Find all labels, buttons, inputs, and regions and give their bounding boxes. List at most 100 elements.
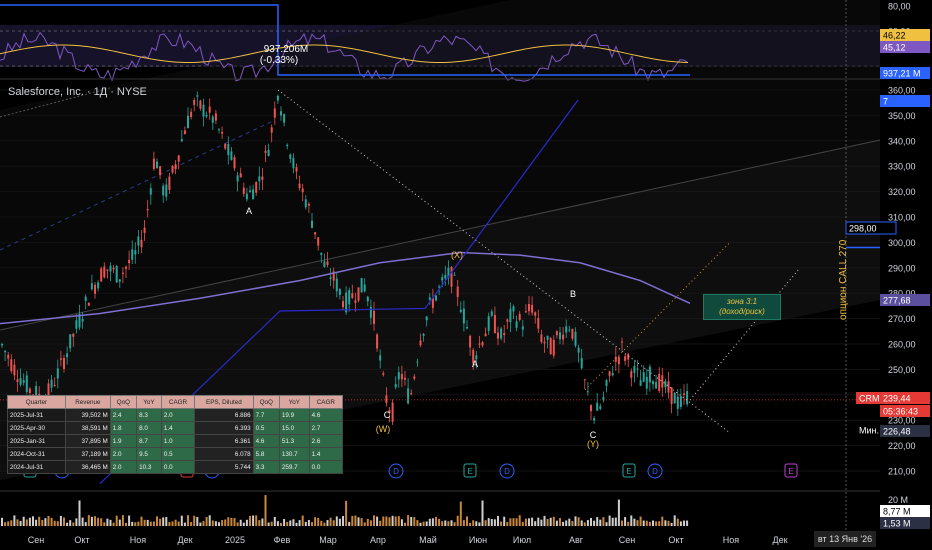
table-cell: 259.7 (278, 460, 310, 474)
candle-body (562, 334, 565, 340)
candle-body (137, 236, 140, 246)
volume-bar (552, 516, 555, 526)
candle-body (19, 378, 22, 385)
volume-bar (676, 518, 679, 526)
price-tag-text: 937,21 M (883, 69, 921, 79)
volume-bar (642, 520, 645, 526)
candle-body (94, 284, 96, 294)
candle-body (177, 155, 180, 162)
volume-bar (44, 518, 47, 526)
candle-body (128, 259, 131, 264)
candle-body (230, 151, 233, 160)
time-axis-label: Дек (772, 535, 787, 545)
price-tick-label: 230,00 (888, 416, 916, 426)
volume-bar (171, 521, 174, 526)
price-tag-text: 05:36:43 (883, 407, 918, 417)
candle-body (686, 391, 689, 405)
candle-body (555, 331, 558, 336)
volume-bar (444, 520, 447, 526)
volume-bar (354, 515, 357, 526)
candle-body (540, 334, 543, 342)
volume-bar (329, 517, 332, 526)
candle-body (515, 321, 518, 328)
volume-bar (428, 518, 431, 526)
candle-body (493, 314, 496, 333)
table-cell: 1.4 (160, 421, 196, 435)
candle-body (146, 209, 149, 211)
candle-body (484, 333, 487, 337)
table-cell: 1.9 (109, 434, 138, 448)
price-tick-label: 290,00 (888, 263, 916, 273)
volume-bar (369, 520, 372, 526)
volume-bar (469, 522, 472, 526)
table-cell: 8.3 (136, 408, 162, 422)
volume-bar (286, 521, 289, 526)
table-cell: 130.7 (278, 447, 310, 461)
volume-bar (311, 522, 313, 526)
volume-bar (599, 519, 602, 526)
volume-bar (534, 521, 537, 526)
option-label: опцион CALL 270 (838, 239, 849, 320)
volume-bar (611, 517, 614, 526)
table-header-cell: CAGR (308, 395, 344, 409)
volume-bar (121, 515, 124, 526)
candle-body (648, 366, 651, 383)
volume-bar (258, 520, 261, 526)
table-cell: 37,189 M (64, 447, 111, 461)
time-axis-label: Фев (274, 535, 291, 545)
volume-bar (475, 521, 478, 526)
volume-bar (19, 520, 22, 526)
volume-bar (388, 517, 391, 526)
volume-bar (577, 517, 580, 526)
volume-bar (568, 518, 571, 526)
volume-bar (357, 517, 360, 526)
volume-bar (81, 517, 84, 526)
candle-body (410, 393, 413, 395)
candle-body (506, 319, 509, 322)
volume-bar (466, 516, 468, 526)
candle-body (218, 129, 220, 131)
volume-bar (193, 515, 196, 526)
callout-change: (-0.33%) (260, 55, 298, 66)
candle-body (301, 188, 304, 193)
table-header-cell: YoY (136, 395, 162, 409)
volume-bar (276, 521, 279, 526)
candle-body (590, 405, 592, 412)
candle-body (311, 220, 313, 228)
candle-body (416, 361, 419, 363)
candle-body (7, 354, 10, 359)
candle-body (280, 111, 282, 116)
candle-body (404, 377, 406, 380)
candle-body (211, 116, 214, 123)
volume-bar (614, 517, 617, 526)
candle-body (667, 381, 670, 393)
earnings-marker-label: E (467, 467, 472, 476)
table-cell: 4.6 (308, 408, 344, 422)
candle-body (320, 252, 323, 255)
volume-bar (624, 517, 627, 526)
candle-body (276, 95, 279, 101)
volume-bar (456, 515, 459, 526)
volume-bar (397, 516, 400, 526)
volume-bar (261, 518, 264, 526)
table-cell: 2025-Jan-31 (7, 434, 66, 448)
candle-body (239, 173, 242, 178)
table-header-cell: Revenue (64, 395, 111, 409)
candle-body (559, 332, 561, 340)
candle-body (568, 329, 571, 331)
table-cell: 9.5 (136, 447, 162, 461)
volume-bar (137, 521, 140, 526)
price-tick-label: 330,00 (888, 162, 916, 172)
volume-bar (630, 515, 633, 526)
candle-body (652, 381, 654, 385)
candle-body (100, 268, 103, 282)
table-cell: 1.0 (160, 434, 196, 448)
volume-bar (605, 522, 608, 526)
candle-body (500, 328, 503, 339)
candle-body (571, 328, 574, 339)
candle-body (227, 144, 230, 156)
volume-bar (66, 522, 69, 526)
candle-body (534, 312, 537, 316)
candle-body (87, 302, 90, 306)
table-cell: 3.3 (252, 460, 280, 474)
